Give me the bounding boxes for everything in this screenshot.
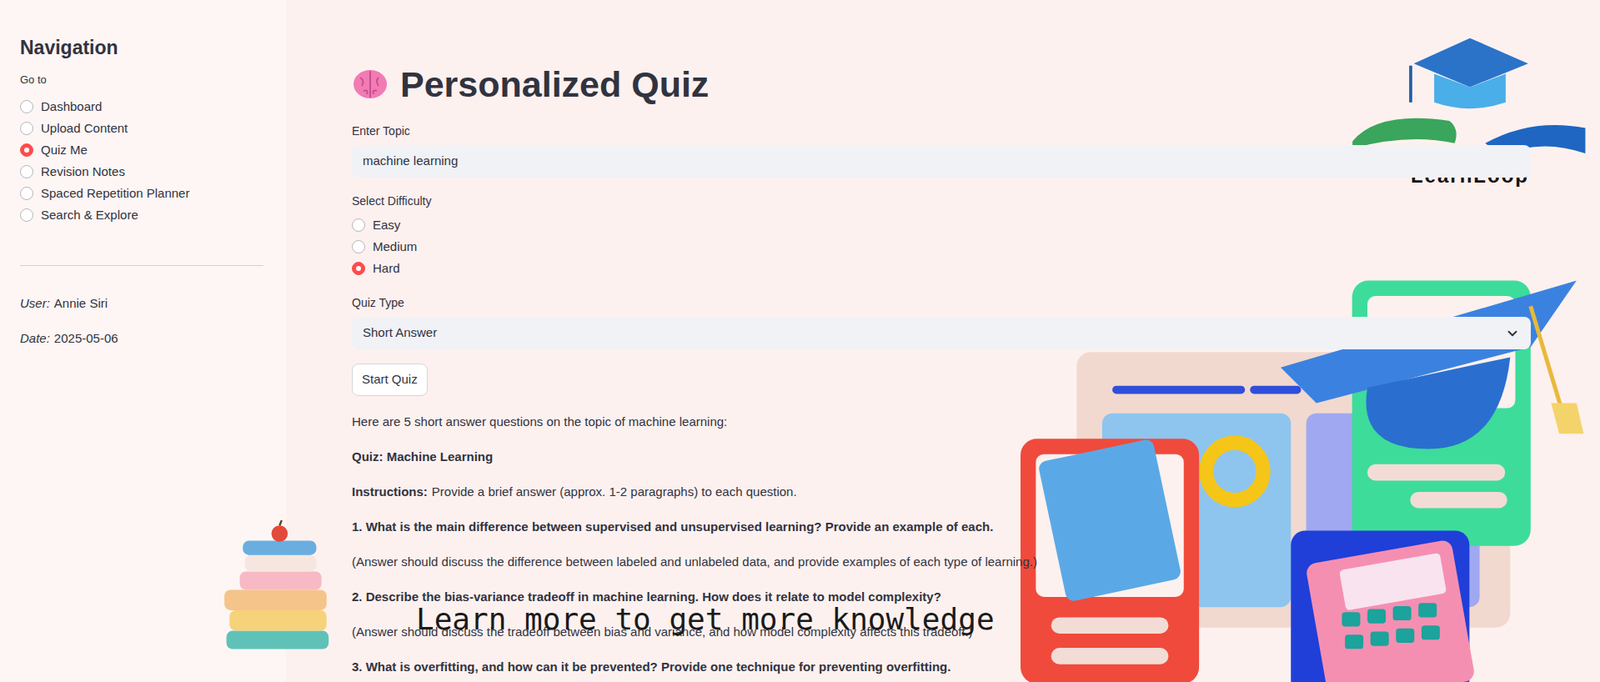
difficulty-option[interactable]: Hard [351,257,1531,280]
date-info: Date:2025-05-06 [20,329,266,348]
nav-radio[interactable] [20,208,34,222]
quiz-instructions: Instructions:Provide a brief answer (app… [351,481,1531,503]
quiz-output: Here are 5 short answer questions on the… [351,411,1531,678]
chevron-down-icon [1504,326,1520,342]
page-title: Personalized Quiz [400,61,709,107]
difficulty-option[interactable]: Easy [351,214,1531,236]
topic-input[interactable]: machine learning [351,145,1531,178]
quiz-question: 1. What is the main difference between s… [351,516,1531,573]
sidebar-divider [20,265,264,266]
difficulty-option-label[interactable]: Medium [372,237,417,257]
quiz-type-value: Short Answer [362,323,437,343]
nav-item[interactable]: Quiz Me [20,139,266,161]
sidebar-title: Navigation [20,35,266,61]
brain-icon [351,67,389,101]
difficulty-option[interactable]: Medium [351,235,1531,258]
start-quiz-button[interactable]: Start Quiz [351,363,428,397]
difficulty-radio-group: EasyMediumHard [351,214,1531,280]
quiz-heading: Quiz: Machine Learning [351,446,1531,468]
date-label: Date: [20,329,51,348]
quiz-type-label: Quiz Type [351,294,1531,311]
nav-item[interactable]: Search & Explore [20,204,266,226]
slogan-overlay: Learn more to get more knowledge [416,601,995,637]
main-content: Personalized Quiz Enter Topic machine lear… [285,0,1600,682]
difficulty-radio[interactable] [351,261,366,276]
instructions-label: Instructions: [351,484,428,499]
nav-item-label[interactable]: Search & Explore [40,205,139,226]
difficulty-option-label[interactable]: Hard [372,259,401,279]
nav-item-label[interactable]: Upload Content [40,119,128,139]
nav-radio[interactable] [20,121,34,136]
nav-item-label[interactable]: Quiz Me [40,140,88,161]
user-info: User:Annie Siri [20,294,266,313]
nav-radio[interactable] [20,186,34,201]
difficulty-option-label[interactable]: Easy [372,215,401,236]
nav-radio[interactable] [20,100,34,114]
quiz-type-select[interactable]: Short Answer [351,316,1531,350]
nav-item[interactable]: Dashboard [20,95,266,118]
nav-item-label[interactable]: Dashboard [40,97,102,117]
instructions-text: Provide a brief answer (approx. 1-2 para… [431,484,798,499]
nav-radio[interactable] [20,165,34,179]
nav-item-label[interactable]: Spaced Repetition Planner [40,184,190,204]
date-value: 2025-05-06 [54,329,119,348]
nav-item[interactable]: Spaced Repetition Planner [20,182,266,205]
page-header: Personalized Quiz [351,61,1531,107]
user-value: Annie Siri [54,294,108,313]
nav-item-label[interactable]: Revision Notes [40,162,126,182]
nav-radio[interactable] [20,143,34,157]
nav-item[interactable]: Revision Notes [20,160,266,183]
app: LearnLoopNavigationGo toDashboardUpload … [0,0,1600,682]
question-hint: (Answer should discuss the difference be… [351,551,1531,573]
books-icon [219,520,337,656]
difficulty-radio[interactable] [351,240,366,254]
question-text: 3. What is overfitting, and how can it b… [351,656,1531,678]
topic-label: Enter Topic [351,122,1531,140]
difficulty-radio[interactable] [351,218,366,232]
quiz-intro: Here are 5 short answer questions on the… [351,411,1531,433]
nav-item[interactable]: Upload Content [20,117,266,140]
user-label: User: [20,294,51,313]
nav-radio-group: DashboardUpload ContentQuiz MeRevision N… [20,95,266,226]
quiz-question: 3. What is overfitting, and how can it b… [351,656,1531,678]
difficulty-label: Select Difficulty [351,192,1531,210]
sidebar-label: Go to [20,72,266,88]
question-text: 1. What is the main difference between s… [351,516,1531,538]
